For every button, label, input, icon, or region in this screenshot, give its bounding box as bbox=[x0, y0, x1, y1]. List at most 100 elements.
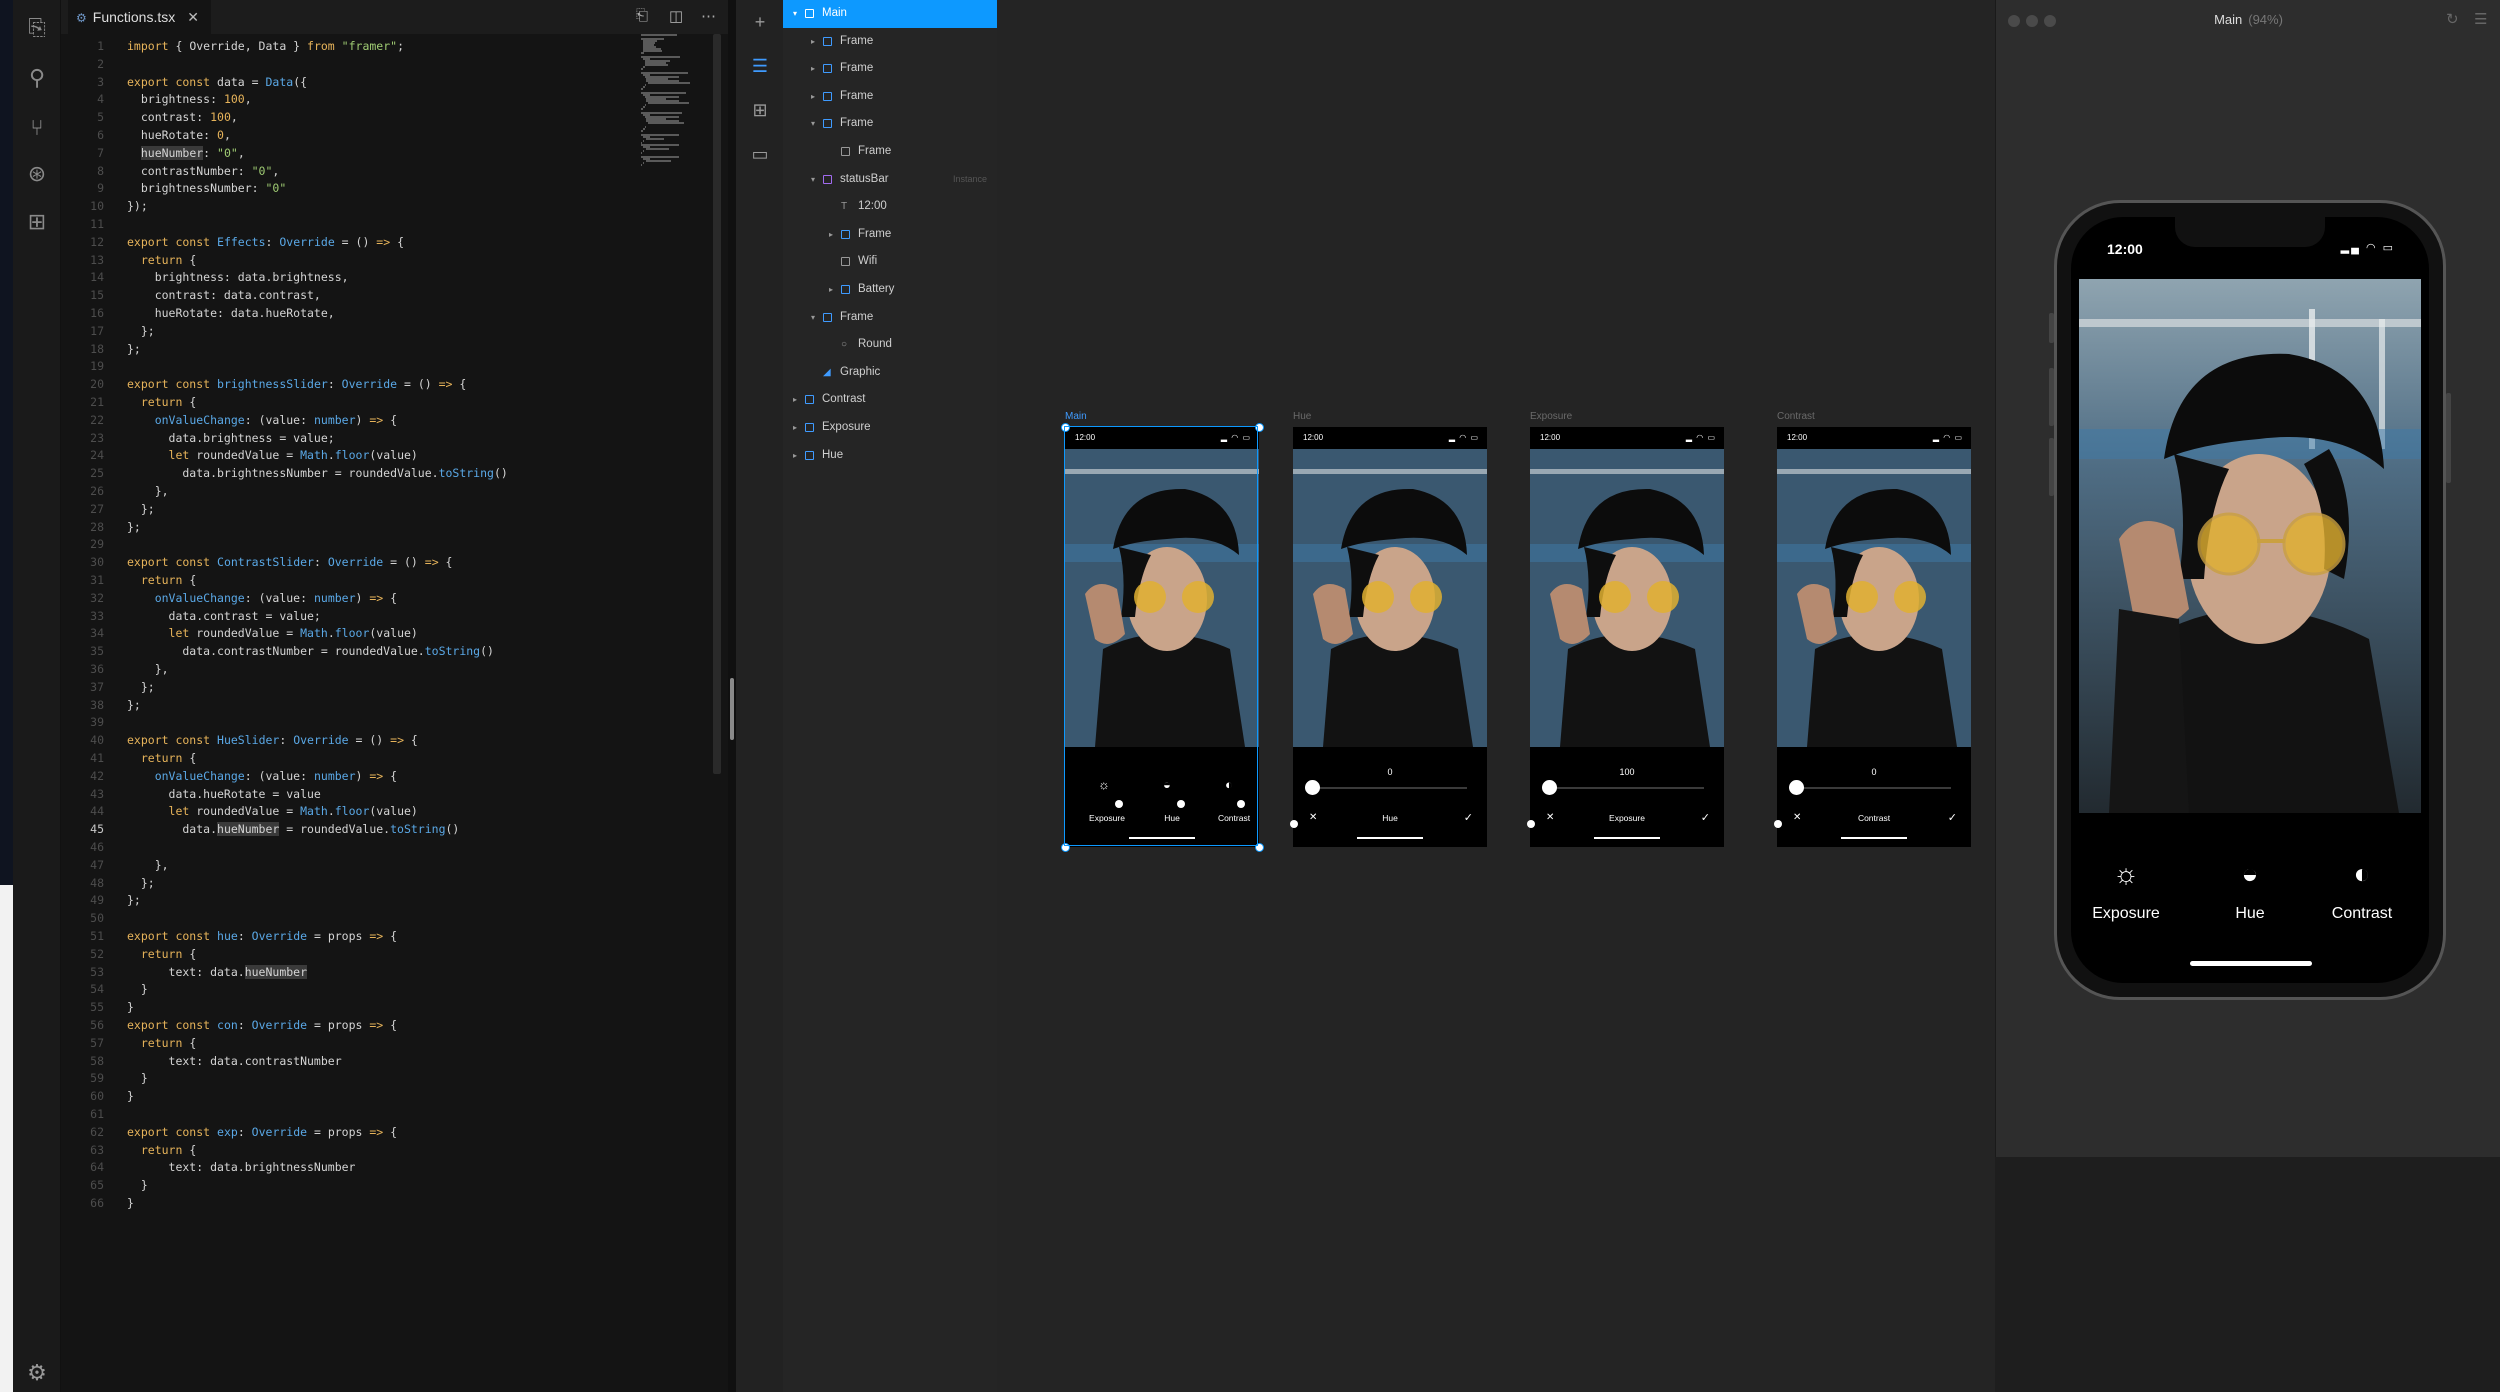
chevron-right-icon[interactable]: ▸ bbox=[811, 28, 815, 56]
checkmark-icon[interactable]: ✓ bbox=[1464, 811, 1473, 824]
frame-label-contrast[interactable]: Contrast bbox=[1777, 411, 1815, 422]
layer-frame[interactable]: ▾ Frame bbox=[783, 110, 997, 138]
code-text: } bbox=[127, 1000, 134, 1015]
chevron-right-icon[interactable]: ▸ bbox=[793, 386, 797, 414]
frame-exposure[interactable]: 12:00 ▂ ◠ ▭ 100 ✕ Exposure ✓ bbox=[1530, 427, 1724, 847]
connection-dot[interactable] bbox=[1177, 800, 1185, 808]
frame-layer-icon bbox=[823, 312, 832, 322]
layer-frame[interactable]: ▸ Frame bbox=[783, 55, 997, 83]
preview-menu-icon[interactable]: ☰ bbox=[2474, 10, 2487, 28]
slider-knob[interactable] bbox=[1789, 780, 1804, 795]
close-tab-icon[interactable]: ✕ bbox=[187, 9, 199, 25]
name-underline bbox=[1841, 837, 1907, 839]
connection-dot[interactable] bbox=[1527, 820, 1535, 828]
layer-frame[interactable]: ▸ Frame bbox=[783, 83, 997, 111]
layer-frame[interactable]: ▾ Frame bbox=[783, 304, 997, 332]
minimap-line bbox=[646, 160, 671, 162]
code-text: data.contrastNumber = roundedValue.toStr… bbox=[127, 644, 494, 659]
tab-functions-tsx[interactable]: ⚙ Functions.tsx ✕ bbox=[68, 0, 211, 34]
frame-label-main[interactable]: Main bbox=[1065, 411, 1087, 422]
layer-frame[interactable]: Frame bbox=[783, 138, 997, 166]
connection-dot[interactable] bbox=[1237, 800, 1245, 808]
checkmark-icon[interactable]: ✓ bbox=[1701, 811, 1710, 824]
slider-knob[interactable] bbox=[1305, 780, 1320, 795]
hue-drop-icon[interactable]: ◒ bbox=[1163, 777, 1171, 792]
layer-graphic[interactable]: ◢ Graphic bbox=[783, 359, 997, 387]
layer-frame[interactable]: ▸ Frame bbox=[783, 221, 997, 249]
chevron-right-icon[interactable]: ▸ bbox=[793, 442, 797, 470]
frame-hue[interactable]: 12:00 ▂ ◠ ▭ 0 ✕ Hue ✓ bbox=[1293, 427, 1487, 847]
chevron-right-icon[interactable]: ▸ bbox=[829, 276, 833, 304]
pane-splitter[interactable] bbox=[728, 0, 736, 1392]
chevron-down-icon[interactable]: ▾ bbox=[811, 110, 815, 138]
more-actions-icon[interactable]: ⋯ bbox=[701, 7, 716, 25]
code-text: export const hue: Override = props => { bbox=[127, 929, 398, 943]
chevron-right-icon[interactable]: ▸ bbox=[829, 221, 833, 249]
chevron-right-icon[interactable]: ▸ bbox=[811, 55, 815, 83]
search-icon[interactable]: ⚲ bbox=[23, 64, 51, 92]
layer-wifi[interactable]: Wifi bbox=[783, 248, 997, 276]
frame-layer-icon bbox=[805, 423, 814, 432]
layer-name: statusBar bbox=[840, 172, 889, 185]
slider-knob[interactable] bbox=[1542, 780, 1557, 795]
frame-main[interactable]: 12:00 ▂ ◠ ▭ ☼ Exposure ◒ Hue ◐ Contrast bbox=[1065, 427, 1259, 847]
extensions-icon[interactable]: ⊞ bbox=[23, 208, 51, 236]
chevron-down-icon[interactable]: ▾ bbox=[811, 166, 815, 194]
slider-track[interactable] bbox=[1797, 787, 1951, 789]
code-text: }; bbox=[127, 697, 141, 712]
selection-handle[interactable] bbox=[1255, 843, 1264, 852]
code-text: let roundedValue = Math.floor(value) bbox=[168, 804, 418, 819]
contrast-icon[interactable]: ◐ bbox=[1225, 777, 1233, 792]
exposure-control[interactable]: ☼ Exposure bbox=[2071, 857, 2181, 923]
layer-frame[interactable]: ▸ Frame bbox=[783, 28, 997, 56]
selection-handle[interactable] bbox=[1061, 843, 1070, 852]
selection-handle[interactable] bbox=[1255, 423, 1264, 432]
connection-dot[interactable] bbox=[1774, 820, 1782, 828]
chevron-down-icon[interactable]: ▾ bbox=[793, 0, 797, 28]
source-control-icon[interactable]: ⑂ bbox=[23, 114, 51, 142]
chevron-right-icon[interactable]: ▸ bbox=[793, 414, 797, 442]
layer-round[interactable]: ○ Round bbox=[783, 331, 997, 359]
checkmark-icon[interactable]: ✓ bbox=[1948, 811, 1957, 824]
layer-exposure[interactable]: ▸ Exposure bbox=[783, 414, 997, 442]
hue-control[interactable]: ◒ Hue bbox=[2195, 857, 2305, 923]
editor-scrollbar[interactable] bbox=[713, 34, 721, 774]
store-icon[interactable]: ▭ bbox=[748, 142, 772, 166]
sun-icon[interactable]: ☼ bbox=[1098, 777, 1110, 792]
phone-status-time: 12:00 bbox=[2107, 241, 2143, 257]
minimap-line bbox=[648, 122, 685, 124]
open-changes-icon[interactable]: ⎗ bbox=[636, 7, 648, 24]
line-number: 39 bbox=[90, 715, 104, 730]
connection-dot[interactable] bbox=[1115, 800, 1123, 808]
components-icon[interactable]: ⊞ bbox=[748, 98, 772, 122]
selection-handle[interactable] bbox=[1061, 423, 1070, 432]
chevron-down-icon[interactable]: ▾ bbox=[811, 304, 815, 332]
line-number: 2 bbox=[97, 56, 104, 71]
connection-dot[interactable] bbox=[1290, 820, 1298, 828]
layer-main[interactable]: ▾ Main bbox=[783, 0, 997, 28]
frame-label-exposure[interactable]: Exposure bbox=[1530, 411, 1572, 422]
debug-icon[interactable]: ⊛ bbox=[23, 160, 51, 188]
line-number: 19 bbox=[90, 359, 104, 374]
slider-track[interactable] bbox=[1550, 787, 1704, 789]
chevron-right-icon[interactable]: ▸ bbox=[811, 83, 815, 111]
insert-plus-icon[interactable]: + bbox=[748, 10, 772, 34]
layer-battery[interactable]: ▸ Battery bbox=[783, 276, 997, 304]
layer-statusbar[interactable]: ▾ statusBar Instance bbox=[783, 166, 997, 194]
slider-track[interactable] bbox=[1313, 787, 1467, 789]
splitter-grip[interactable] bbox=[730, 678, 734, 740]
layer-hue[interactable]: ▸ Hue bbox=[783, 442, 997, 470]
split-editor-icon[interactable]: ◫ bbox=[669, 7, 683, 25]
files-icon[interactable]: ⎘ bbox=[23, 14, 51, 42]
design-canvas[interactable]: Main 12:00 ▂ ◠ ▭ ☼ Exposure ◒ Hue ◐ Contrast Hue 1… bbox=[997, 0, 1997, 1392]
minimap[interactable] bbox=[641, 34, 721, 174]
layers-icon[interactable]: ☰ bbox=[748, 54, 772, 78]
frame-label-hue[interactable]: Hue bbox=[1293, 411, 1311, 422]
layer-contrast[interactable]: ▸ Contrast bbox=[783, 386, 997, 414]
layer-12-00[interactable]: T 12:00 bbox=[783, 193, 997, 221]
settings-gear-icon[interactable]: ⚙ bbox=[24, 1360, 50, 1386]
contrast-control[interactable]: ◐ Contrast bbox=[2307, 857, 2417, 923]
frame-contrast[interactable]: 12:00 ▂ ◠ ▭ 0 ✕ Contrast ✓ bbox=[1777, 427, 1971, 847]
hue-label: Hue bbox=[2235, 905, 2265, 922]
refresh-icon[interactable]: ↻ bbox=[2446, 10, 2459, 28]
